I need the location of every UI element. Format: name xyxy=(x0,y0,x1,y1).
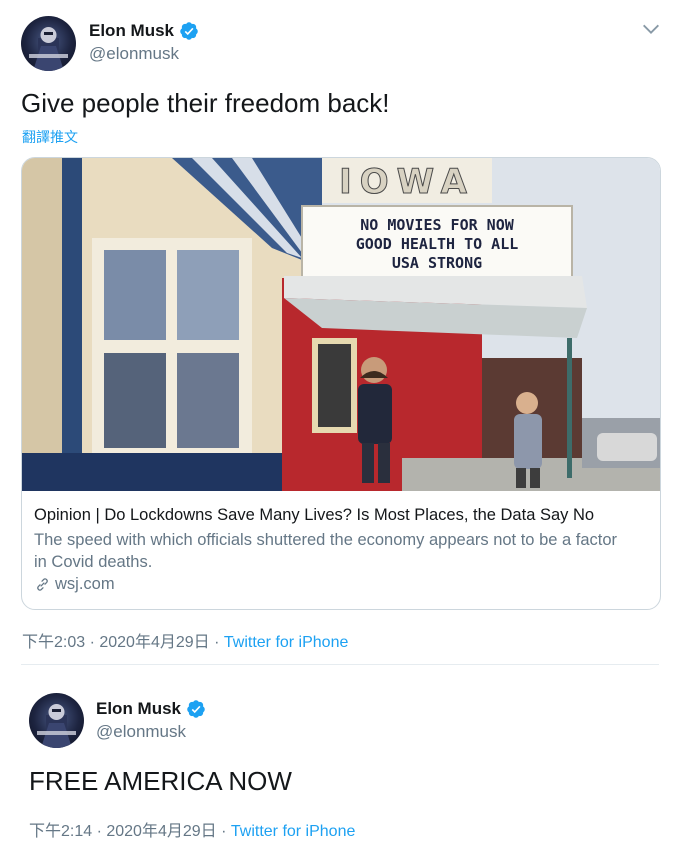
tweet-meta: 下午2:14 · 2020年4月29日 · Twitter for iPhone xyxy=(29,817,355,841)
avatar-image xyxy=(37,704,76,748)
marquee-line-1: NO MOVIES FOR NOW xyxy=(360,216,514,234)
card-domain[interactable]: wsj.com xyxy=(34,575,115,594)
card-image: IOWA NO MOVIES FOR NOW GOOD HEALTH TO AL… xyxy=(22,158,660,491)
card-domain-text: wsj.com xyxy=(55,575,115,593)
link-icon xyxy=(37,578,48,591)
avatar-image xyxy=(29,27,68,71)
author-handle[interactable]: @elonmusk xyxy=(96,722,186,742)
tweet-timestamp[interactable]: 下午2:14 · 2020年4月29日 · xyxy=(29,823,231,840)
tweet-text: Give people their freedom back! xyxy=(21,88,390,118)
author-handle[interactable]: @elonmusk xyxy=(89,44,179,64)
tweet-meta: 下午2:03 · 2020年4月29日 · Twitter for iPhone xyxy=(22,628,348,652)
marquee-line-2: GOOD HEALTH TO ALL xyxy=(356,235,519,253)
tweet-2: Elon Musk @elonmusk FREE AMERICA NOW 下午2… xyxy=(0,665,693,851)
author-name[interactable]: Elon Musk xyxy=(96,699,181,719)
verified-badge-icon xyxy=(180,22,198,40)
card-description: The speed with which officials shuttered… xyxy=(34,531,618,571)
translate-tweet-link[interactable]: 翻譯推文 xyxy=(22,127,78,147)
tweet-source-link[interactable]: Twitter for iPhone xyxy=(224,634,349,651)
chevron-down-icon[interactable] xyxy=(640,18,662,40)
marquee-line-3: USA STRONG xyxy=(392,254,482,272)
tweet-1: Elon Musk @elonmusk Give people their fr… xyxy=(0,0,693,664)
avatar[interactable] xyxy=(29,693,84,748)
avatar[interactable] xyxy=(21,16,76,71)
tweet-source-link[interactable]: Twitter for iPhone xyxy=(231,823,356,840)
verified-badge-icon xyxy=(187,700,205,718)
card-title[interactable]: Opinion | Do Lockdowns Save Many Lives? … xyxy=(34,506,594,525)
link-card[interactable]: IOWA NO MOVIES FOR NOW GOOD HEALTH TO AL… xyxy=(21,157,661,610)
tweet-timestamp[interactable]: 下午2:03 · 2020年4月29日 · xyxy=(22,634,224,651)
author-name[interactable]: Elon Musk xyxy=(89,21,174,41)
tweet-text: FREE AMERICA NOW xyxy=(29,766,292,796)
marquee-sign-text: IOWA xyxy=(339,162,475,202)
